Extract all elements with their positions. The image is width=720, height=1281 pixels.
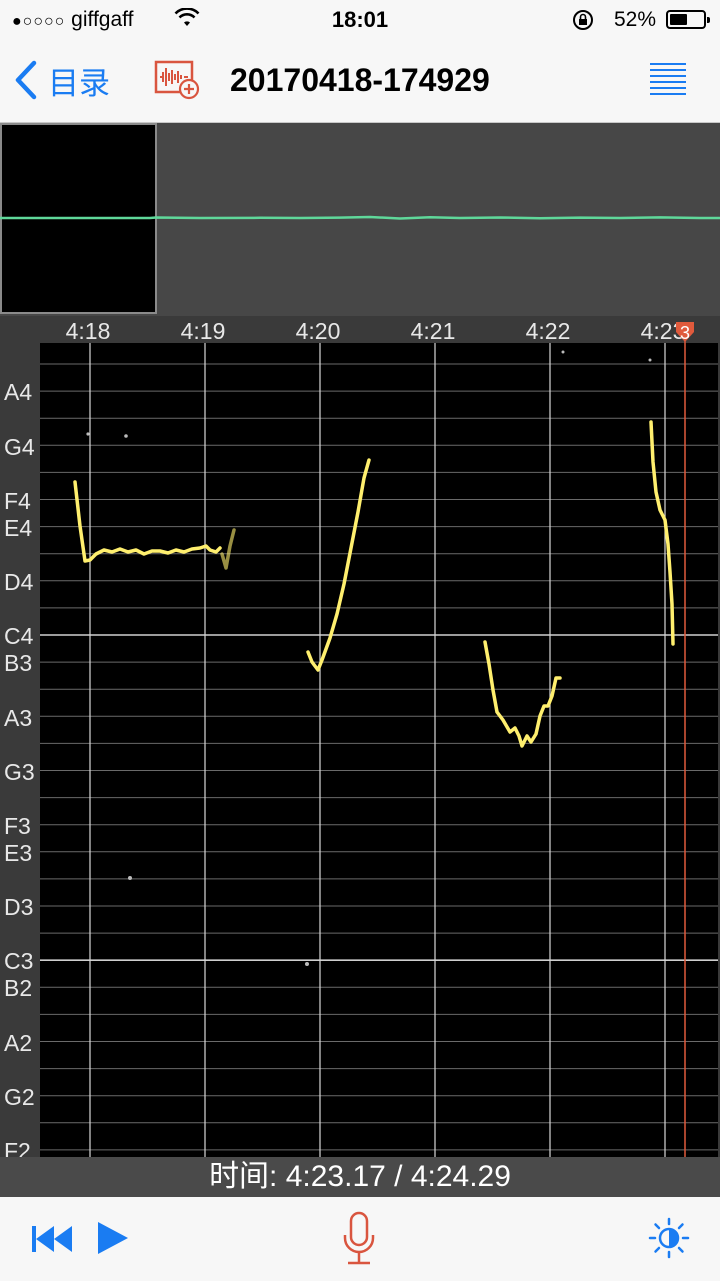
back-button[interactable]: 目录 xyxy=(14,58,110,102)
time-label: 4:21 xyxy=(411,318,456,344)
add-recording-icon[interactable] xyxy=(154,60,200,100)
time-label: 4:19 xyxy=(181,318,226,344)
navigation-bar: 目录 20170418-174929 xyxy=(0,40,720,123)
rotation-lock-icon xyxy=(573,10,593,30)
note-label: C3 xyxy=(4,948,33,974)
battery-icon xyxy=(666,10,710,29)
brightness-icon[interactable] xyxy=(648,1217,690,1259)
bottom-toolbar xyxy=(0,1197,720,1281)
back-label: 目录 xyxy=(48,65,110,101)
note-labels: A4 G4 F4E4 D4 C4B3 A3 G3 F3E3 D3 C3B2 A2 G2 F2 xyxy=(4,379,35,1157)
note-label: A4 xyxy=(4,379,32,405)
recording-title: 20170418-174929 xyxy=(230,62,490,98)
play-icon[interactable] xyxy=(96,1220,130,1256)
note-label: E3 xyxy=(4,840,32,866)
time-label: 4:20 xyxy=(296,318,341,344)
microphone-icon[interactable] xyxy=(342,1211,376,1267)
playhead-marker: 3 xyxy=(680,323,690,343)
note-label: B2 xyxy=(4,975,32,1001)
battery-nub xyxy=(707,17,710,23)
rewind-icon[interactable] xyxy=(32,1224,72,1254)
note-label: A2 xyxy=(4,1030,32,1056)
waveform-overview[interactable] xyxy=(0,123,720,316)
note-label: C4 xyxy=(4,623,34,649)
note-label: G2 xyxy=(4,1084,35,1110)
note-label: F2 xyxy=(4,1138,31,1157)
battery-fill xyxy=(670,14,687,25)
note-label: G4 xyxy=(4,434,35,460)
note-label: A3 xyxy=(4,705,32,731)
battery-percent: 52% xyxy=(613,8,656,31)
note-label: E4 xyxy=(4,515,32,541)
note-label: D4 xyxy=(4,569,34,595)
overview-waveform xyxy=(0,215,720,220)
status-bar: ●○○○○ giffgaff 18:01 52% xyxy=(0,0,720,40)
plot-background xyxy=(40,343,718,1157)
pitch-graph[interactable]: A4 G4 F4 E4 D4 C4 B3 A3 G3 F3 E3 D3 C3 B2 A2 G2 F2 4:18 4… xyxy=(0,316,720,1157)
note-label: F3 xyxy=(4,813,31,839)
clock: 18:01 xyxy=(331,7,389,32)
time-label: 4:18 xyxy=(66,318,111,344)
note-label: F4 xyxy=(4,488,31,514)
playback-time: 时间: 4:23.17 / 4:24.29 xyxy=(0,1157,720,1197)
list-menu-icon[interactable] xyxy=(648,62,688,96)
note-label: D3 xyxy=(4,894,33,920)
chevron-left-icon xyxy=(15,60,37,100)
time-labels: 4:18 4:19 4:20 4:21 4:22 4:23 xyxy=(66,318,686,344)
note-label: B3 xyxy=(4,650,32,676)
pitch-plot[interactable]: A4 G4 F4E4 D4 C4B3 A3 G3 F3E3 D3 C3B2 A2 G2 F2 4:18 4… xyxy=(0,316,720,1157)
note-label: G3 xyxy=(4,759,35,785)
time-label: 4:22 xyxy=(526,318,571,344)
